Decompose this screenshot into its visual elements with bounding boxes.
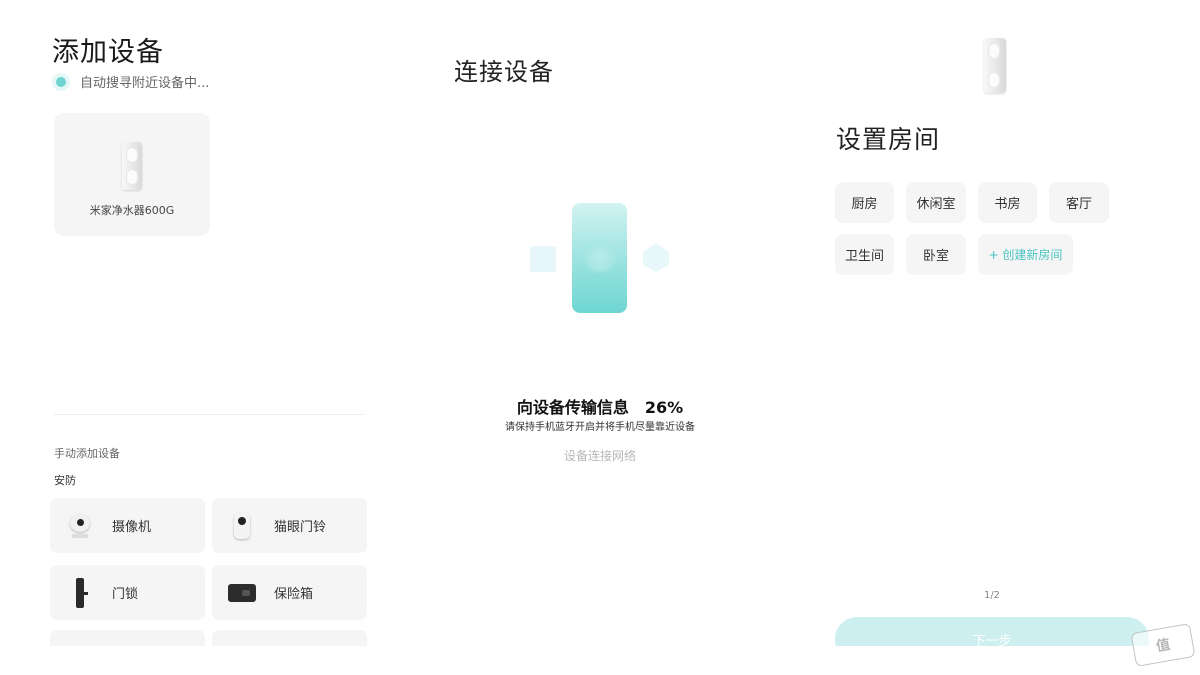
found-device-name: 米家净水器600G: [89, 204, 175, 217]
scanning-status: 自动搜寻附近设备中...: [56, 72, 209, 91]
bottom-mask: [0, 646, 1200, 675]
section-divider: [54, 414, 364, 415]
device-hexagon-icon: [643, 244, 669, 272]
safe-thumb: [222, 573, 262, 613]
door-lock-icon: [76, 577, 88, 608]
scanning-indicator-icon: [56, 76, 66, 87]
device-tile-label: 摄像机: [112, 520, 152, 535]
room-chip-study[interactable]: 书房: [978, 182, 1037, 223]
room-chip-lounge[interactable]: 休闲室: [906, 182, 966, 223]
add-device-title: 添加设备: [52, 37, 164, 68]
room-chip-kitchen[interactable]: 厨房: [835, 182, 894, 223]
transfer-status-text: 向设备传输信息: [516, 398, 629, 417]
device-tile-label: 猫眼门铃: [274, 520, 327, 535]
bluetooth-pulse-icon: [582, 238, 618, 274]
doorbell-icon: [234, 512, 250, 539]
manual-add-label: 手动添加设备: [54, 447, 120, 460]
scanning-text: 自动搜寻附近设备中...: [80, 76, 210, 91]
page-indicator: 1/2: [983, 590, 1001, 601]
camera-thumb: [60, 506, 100, 546]
transfer-percent: 26%: [644, 398, 684, 417]
room-chip-living-room[interactable]: 客厅: [1049, 182, 1109, 223]
room-chip-bathroom[interactable]: 卫生间: [835, 234, 894, 275]
device-tile-door-lock[interactable]: 门锁: [50, 565, 205, 620]
safe-icon: [228, 583, 256, 602]
device-tile-safe[interactable]: 保险箱: [212, 565, 367, 620]
camera-icon: [70, 513, 90, 538]
next-step-text: 设备连接网络: [563, 449, 636, 463]
device-cube-icon: [530, 246, 556, 272]
found-device-card[interactable]: 米家净水器600G: [54, 113, 210, 236]
device-tile-camera[interactable]: 摄像机: [50, 498, 205, 553]
set-room-title: 设置房间: [836, 125, 941, 154]
device-tile-doorbell[interactable]: 猫眼门铃: [212, 498, 367, 553]
doorbell-thumb: [222, 506, 262, 546]
water-purifier-icon: [984, 38, 1006, 93]
category-label-security: 安防: [54, 474, 76, 487]
connect-device-title: 连接设备: [454, 58, 554, 86]
room-chip-bedroom[interactable]: 卧室: [906, 234, 966, 275]
device-preview: [984, 38, 1006, 93]
create-room-button[interactable]: + 创建新房间: [978, 234, 1073, 275]
lock-thumb: [60, 573, 100, 613]
device-tile-label: 门锁: [112, 587, 139, 602]
bluetooth-hint: 请保持手机蓝牙开启并将手机尽量靠近设备: [505, 422, 695, 433]
water-purifier-icon: [122, 142, 142, 190]
transfer-progress: 向设备传输信息 26%: [480, 394, 720, 418]
device-tile-label: 保险箱: [274, 587, 314, 602]
